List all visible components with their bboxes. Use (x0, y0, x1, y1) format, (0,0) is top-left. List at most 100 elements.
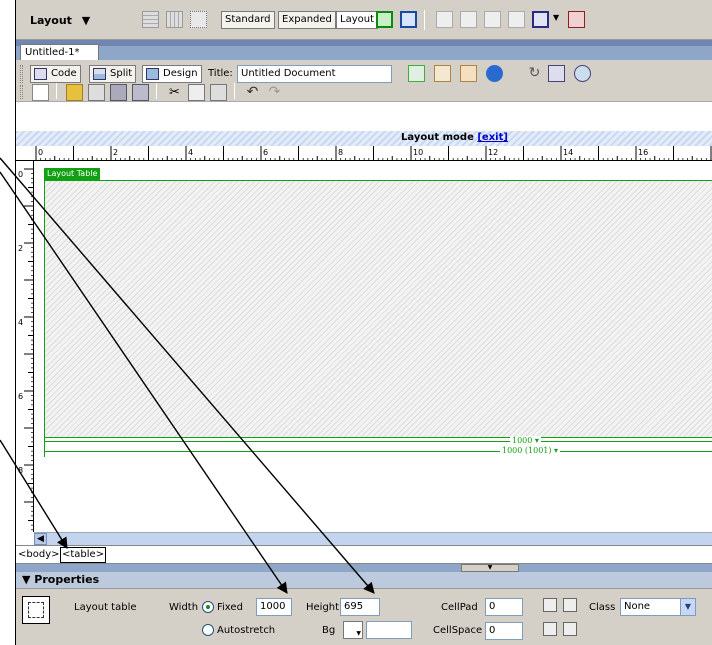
insert-div-icon[interactable] (166, 11, 183, 28)
save-all-icon[interactable] (132, 84, 149, 101)
width-indicator-full-label[interactable]: 1000 (1001) ▾ (500, 446, 561, 456)
save-icon[interactable] (110, 84, 127, 101)
cellpad-label: CellPad (441, 602, 478, 613)
validate-markup-icon[interactable] (434, 65, 451, 82)
panel-splitter[interactable]: ▼ (16, 564, 712, 572)
layout-mode-button[interactable]: Layout (336, 11, 378, 29)
layout-table-inner-icon (28, 602, 44, 618)
separator (156, 83, 157, 99)
horizontal-ruler-scale: 0 2 4 6 8 10 12 14 16 (35, 146, 712, 160)
bg-color-input[interactable] (366, 621, 412, 639)
paste-icon[interactable] (210, 84, 227, 101)
layout-table[interactable] (44, 180, 712, 438)
copy-icon[interactable] (188, 84, 205, 101)
tag-table[interactable]: <table> (60, 547, 107, 563)
document-tab[interactable]: Untitled-1* (20, 44, 99, 61)
title-label: Title: (208, 68, 233, 79)
layout-table-icon[interactable] (376, 11, 393, 28)
collapse-handle[interactable]: ▼ (461, 564, 519, 572)
fixed-label: Fixed (217, 602, 243, 613)
code-view-icon (34, 68, 47, 80)
width-indicator-label[interactable]: 1000 ▾ (510, 436, 541, 446)
ruler-label: 4 (18, 318, 23, 327)
open-folder-icon[interactable] (66, 84, 83, 101)
ruler-label: 8 (18, 466, 23, 475)
tag-body[interactable]: <body> (18, 546, 60, 563)
clear-row-heights-icon[interactable] (543, 598, 557, 612)
class-select-value: None (624, 601, 651, 612)
code-view-button[interactable]: Code (30, 65, 81, 83)
document-tab-bar: Untitled-1* (16, 40, 712, 61)
ruler-label: 6 (263, 148, 268, 157)
preview-in-browser-icon[interactable] (486, 65, 503, 82)
split-view-icon (93, 68, 106, 80)
new-document-icon[interactable] (32, 84, 49, 101)
ruler-label: 6 (18, 392, 23, 401)
design-view-label: Design (163, 68, 198, 79)
vertical-ruler-scale: 0 2 4 6 8 (18, 168, 33, 531)
insert-row-below-icon[interactable] (460, 11, 477, 28)
browse-in-bridge-icon[interactable] (88, 84, 105, 101)
cellpad-input[interactable]: 0 (485, 598, 523, 616)
standard-mode-button[interactable]: Standard (221, 11, 275, 29)
width-input[interactable]: 1000 (256, 598, 292, 616)
bg-color-picker[interactable]: ▼ (343, 621, 363, 639)
cellspace-input[interactable]: 0 (485, 622, 523, 640)
document-toolbar: Code Split Design Title: Untitled Docume… (16, 60, 712, 102)
separator (424, 10, 425, 30)
make-cell-widths-consistent-icon[interactable] (563, 598, 577, 612)
remove-spacers-icon[interactable] (543, 622, 557, 636)
view-options-icon[interactable] (548, 65, 565, 82)
frames-dropdown-icon[interactable]: ▼ (553, 13, 559, 22)
exit-layout-mode-link[interactable]: [exit] (477, 132, 508, 143)
layout-table-tab[interactable]: Layout Table (44, 168, 101, 180)
design-canvas[interactable]: Layout Table 1000 ▾ 1000 (1001) ▾ (34, 161, 712, 532)
design-view-button[interactable]: Design (142, 65, 202, 83)
ruler-label: 12 (488, 148, 498, 157)
ruler-label: 10 (413, 148, 423, 157)
refresh-design-view-icon[interactable]: ↻ (526, 65, 543, 82)
no-browser-check-errors-icon[interactable] (408, 65, 425, 82)
collapse-triangle-icon: ▼ (22, 573, 35, 586)
separator (234, 83, 235, 99)
autostretch-label: Autostretch (217, 625, 276, 636)
insert-column-left-icon[interactable] (484, 11, 501, 28)
layout-table-tab-label: Layout Table (47, 169, 98, 178)
layout-mode-label: Layout mode (401, 132, 474, 143)
toolbar-grip (20, 65, 23, 83)
expanded-mode-button[interactable]: Expanded (278, 11, 336, 29)
split-view-button[interactable]: Split (89, 65, 137, 83)
redo-icon[interactable]: ↷ (266, 84, 283, 101)
dreamweaver-window: Layout ▼ Standard Expanded Layout ▼ Unti… (15, 0, 712, 645)
class-select[interactable]: None ▼ (620, 598, 696, 616)
remove-nesting-icon[interactable] (563, 622, 577, 636)
insert-category-dropdown[interactable]: Layout ▼ (30, 14, 90, 27)
width-indicator-full: 1000 (1001) ▾ (44, 446, 712, 457)
undo-icon[interactable]: ↶ (244, 84, 261, 101)
frames-icon[interactable] (532, 11, 549, 28)
scroll-left-arrow[interactable]: ◀ (34, 533, 47, 545)
file-management-icon[interactable] (460, 65, 477, 82)
insert-column-right-icon[interactable] (508, 11, 525, 28)
ruler-label: 0 (38, 148, 43, 157)
height-input[interactable]: 695 (340, 598, 380, 616)
cut-icon[interactable]: ✂ (166, 84, 183, 101)
visual-aids-icon[interactable] (574, 65, 591, 82)
chevron-down-icon: ▼ (680, 599, 695, 615)
properties-panel: ▼ Properties Layout table Width Fixed 10… (16, 572, 712, 645)
width-indicator-value: 1000 (512, 436, 533, 445)
draw-ap-div-icon[interactable] (190, 11, 207, 28)
autostretch-radio[interactable] (202, 624, 214, 636)
document-tab-label: Untitled-1* (25, 47, 80, 58)
insert-row-above-icon[interactable] (436, 11, 453, 28)
fixed-radio[interactable] (202, 601, 214, 613)
tabular-data-icon[interactable] (568, 11, 585, 28)
layout-table-large-icon (22, 596, 50, 624)
ruler-label: 16 (638, 148, 648, 157)
title-input[interactable]: Untitled Document (237, 65, 392, 83)
horizontal-scrollbar[interactable]: ◀ (34, 532, 712, 545)
table-icon[interactable] (142, 11, 159, 28)
split-view-label: Split (110, 68, 133, 79)
properties-header[interactable]: ▼ Properties (16, 572, 712, 589)
draw-layout-cell-icon[interactable] (400, 11, 417, 28)
